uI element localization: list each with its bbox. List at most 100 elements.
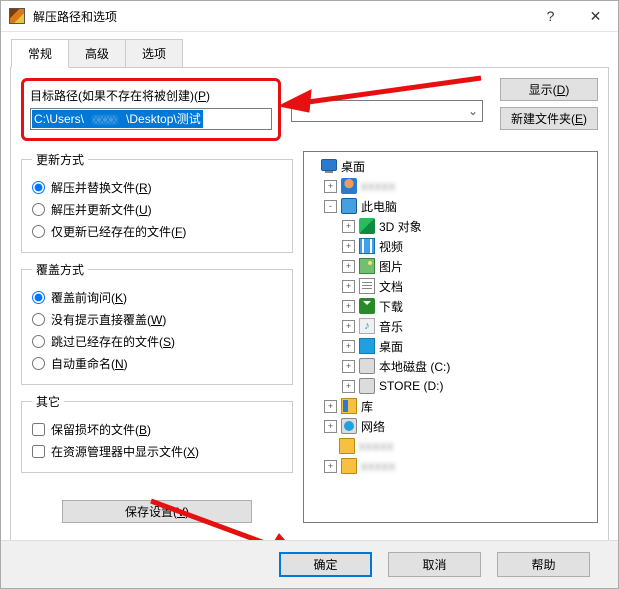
tree-expander-icon[interactable]: + [342, 220, 355, 233]
tree-node-5[interactable]: + 图片 [306, 256, 595, 276]
tree-label: 网络 [361, 418, 385, 435]
tree-node-13[interactable]: + 网络 [306, 416, 595, 436]
destination-path-input[interactable]: C:\Users\xxxx\Desktop\测试 [30, 108, 272, 130]
update-mode-option-0[interactable]: 解压并替换文件(R) [32, 176, 282, 198]
tree-expander-icon[interactable]: + [324, 420, 337, 433]
tree-expander-icon[interactable]: + [342, 240, 355, 253]
overwrite-mode-group: 覆盖方式 覆盖前询问(K)没有提示直接覆盖(W)跳过已经存在的文件(S)自动重命… [21, 261, 293, 385]
tree-expander-icon[interactable]: + [342, 260, 355, 273]
other-check-1[interactable] [32, 445, 45, 458]
tab-general[interactable]: 常规 [11, 39, 69, 68]
destination-path-dropdown[interactable]: ⌄ [291, 100, 483, 122]
update-mode-option-1[interactable]: 解压并更新文件(U) [32, 198, 282, 220]
other-legend: 其它 [32, 393, 64, 410]
update-mode-legend: 更新方式 [32, 151, 88, 168]
overwrite-mode-option-3[interactable]: 自动重命名(N) [32, 352, 282, 374]
close-button[interactable]: ✕ [573, 1, 618, 31]
cancel-button[interactable]: 取消 [388, 552, 481, 577]
doc-icon [359, 278, 375, 294]
tree-node-0[interactable]: 桌面 [306, 156, 595, 176]
folder-icon [341, 458, 357, 474]
tree-expander-icon[interactable]: + [342, 360, 355, 373]
new-folder-button[interactable]: 新建文件夹(E) [500, 107, 598, 130]
folder-tree[interactable]: 桌面+xxxxx-此电脑+3D 对象+视频+图片+文档+下载+♪音乐+桌面+本地… [303, 151, 598, 523]
update-mode-radio-2[interactable] [32, 225, 45, 238]
overwrite-mode-radio-3[interactable] [32, 357, 45, 370]
tab-options[interactable]: 选项 [125, 39, 183, 68]
tree-expander-icon[interactable]: + [324, 180, 337, 193]
tree-node-10[interactable]: + 本地磁盘 (C:) [306, 356, 595, 376]
tree-node-11[interactable]: + STORE (D:) [306, 376, 595, 396]
update-mode-group: 更新方式 解压并替换文件(R)解压并更新文件(U)仅更新已经存在的文件(F) [21, 151, 293, 253]
tree-node-3[interactable]: +3D 对象 [306, 216, 595, 236]
pc-icon [341, 198, 357, 214]
update-mode-radio-0[interactable] [32, 181, 45, 194]
tree-expander-icon[interactable]: + [324, 460, 337, 473]
save-settings-button[interactable]: 保存设置(V) [62, 500, 252, 523]
destination-path-group: 目标路径(如果不存在将被创建)(P) C:\Users\xxxx\Desktop… [21, 78, 281, 141]
tree-node-8[interactable]: +♪音乐 [306, 316, 595, 336]
tree-label: STORE (D:) [379, 379, 443, 393]
display-button[interactable]: 显示(D) [500, 78, 598, 101]
tab-panel-general: 目标路径(如果不存在将被创建)(P) C:\Users\xxxx\Desktop… [10, 67, 609, 560]
titlebar: 解压路径和选项 ? ✕ [1, 1, 618, 32]
tree-label: 文档 [379, 278, 403, 295]
tree-label: 桌面 [379, 338, 403, 355]
tree-label: 图片 [379, 258, 403, 275]
cube-icon [359, 218, 375, 234]
tree-expander-icon[interactable]: + [324, 400, 337, 413]
overwrite-mode-option-1[interactable]: 没有提示直接覆盖(W) [32, 308, 282, 330]
tree-node-9[interactable]: + 桌面 [306, 336, 595, 356]
other-group: 其它 保留损坏的文件(B)在资源管理器中显示文件(X) [21, 393, 293, 473]
other-option-0[interactable]: 保留损坏的文件(B) [32, 418, 282, 440]
tree-node-4[interactable]: + 视频 [306, 236, 595, 256]
update-mode-option-2[interactable]: 仅更新已经存在的文件(F) [32, 220, 282, 242]
desk-icon [359, 338, 375, 354]
tree-node-6[interactable]: + 文档 [306, 276, 595, 296]
app-icon [9, 8, 25, 24]
user-icon [341, 178, 357, 194]
img-icon [359, 258, 375, 274]
tree-node-12[interactable]: +库 [306, 396, 595, 416]
drive-icon [359, 358, 375, 374]
tree-expander-icon[interactable]: + [342, 320, 355, 333]
overwrite-mode-option-0[interactable]: 覆盖前询问(K) [32, 286, 282, 308]
tree-node-15[interactable]: +xxxxx [306, 456, 595, 476]
tab-bar: 常规 高级 选项 [11, 38, 618, 67]
tree-label: 3D 对象 [379, 218, 422, 235]
tree-label: 此电脑 [361, 198, 397, 215]
tree-label: 下载 [379, 298, 403, 315]
help-dialog-button[interactable]: 帮助 [497, 552, 590, 577]
tree-node-7[interactable]: + 下载 [306, 296, 595, 316]
tree-expander-icon[interactable]: + [342, 280, 355, 293]
tree-label-redacted: xxxxx [359, 439, 394, 453]
help-button[interactable]: ? [528, 1, 573, 31]
monitor-icon [321, 159, 337, 171]
overwrite-mode-radio-1[interactable] [32, 313, 45, 326]
tree-node-14[interactable]: xxxxx [306, 436, 595, 456]
lib-icon [341, 398, 357, 414]
other-option-1[interactable]: 在资源管理器中显示文件(X) [32, 440, 282, 462]
tree-expander-icon[interactable]: + [342, 300, 355, 313]
chevron-down-icon: ⌄ [468, 104, 478, 118]
destination-path-label: 目标路径(如果不存在将被创建)(P) [30, 87, 272, 104]
tree-node-2[interactable]: - 此电脑 [306, 196, 595, 216]
window-title: 解压路径和选项 [33, 8, 528, 25]
tree-label: 本地磁盘 (C:) [379, 358, 450, 375]
other-check-0[interactable] [32, 423, 45, 436]
update-mode-radio-1[interactable] [32, 203, 45, 216]
tree-label: 桌面 [341, 158, 365, 175]
net-icon [341, 418, 357, 434]
tree-label: 视频 [379, 238, 403, 255]
tree-expander-icon[interactable]: + [342, 380, 355, 393]
tree-expander-icon[interactable]: + [342, 340, 355, 353]
tree-label: 音乐 [379, 318, 403, 335]
tab-advanced[interactable]: 高级 [68, 39, 126, 68]
overwrite-mode-radio-0[interactable] [32, 291, 45, 304]
tree-expander-icon[interactable]: - [324, 200, 337, 213]
overwrite-mode-radio-2[interactable] [32, 335, 45, 348]
overwrite-mode-option-2[interactable]: 跳过已经存在的文件(S) [32, 330, 282, 352]
ok-button[interactable]: 确定 [279, 552, 372, 577]
tree-node-1[interactable]: +xxxxx [306, 176, 595, 196]
dialog-button-bar: 确定 取消 帮助 [1, 540, 618, 588]
